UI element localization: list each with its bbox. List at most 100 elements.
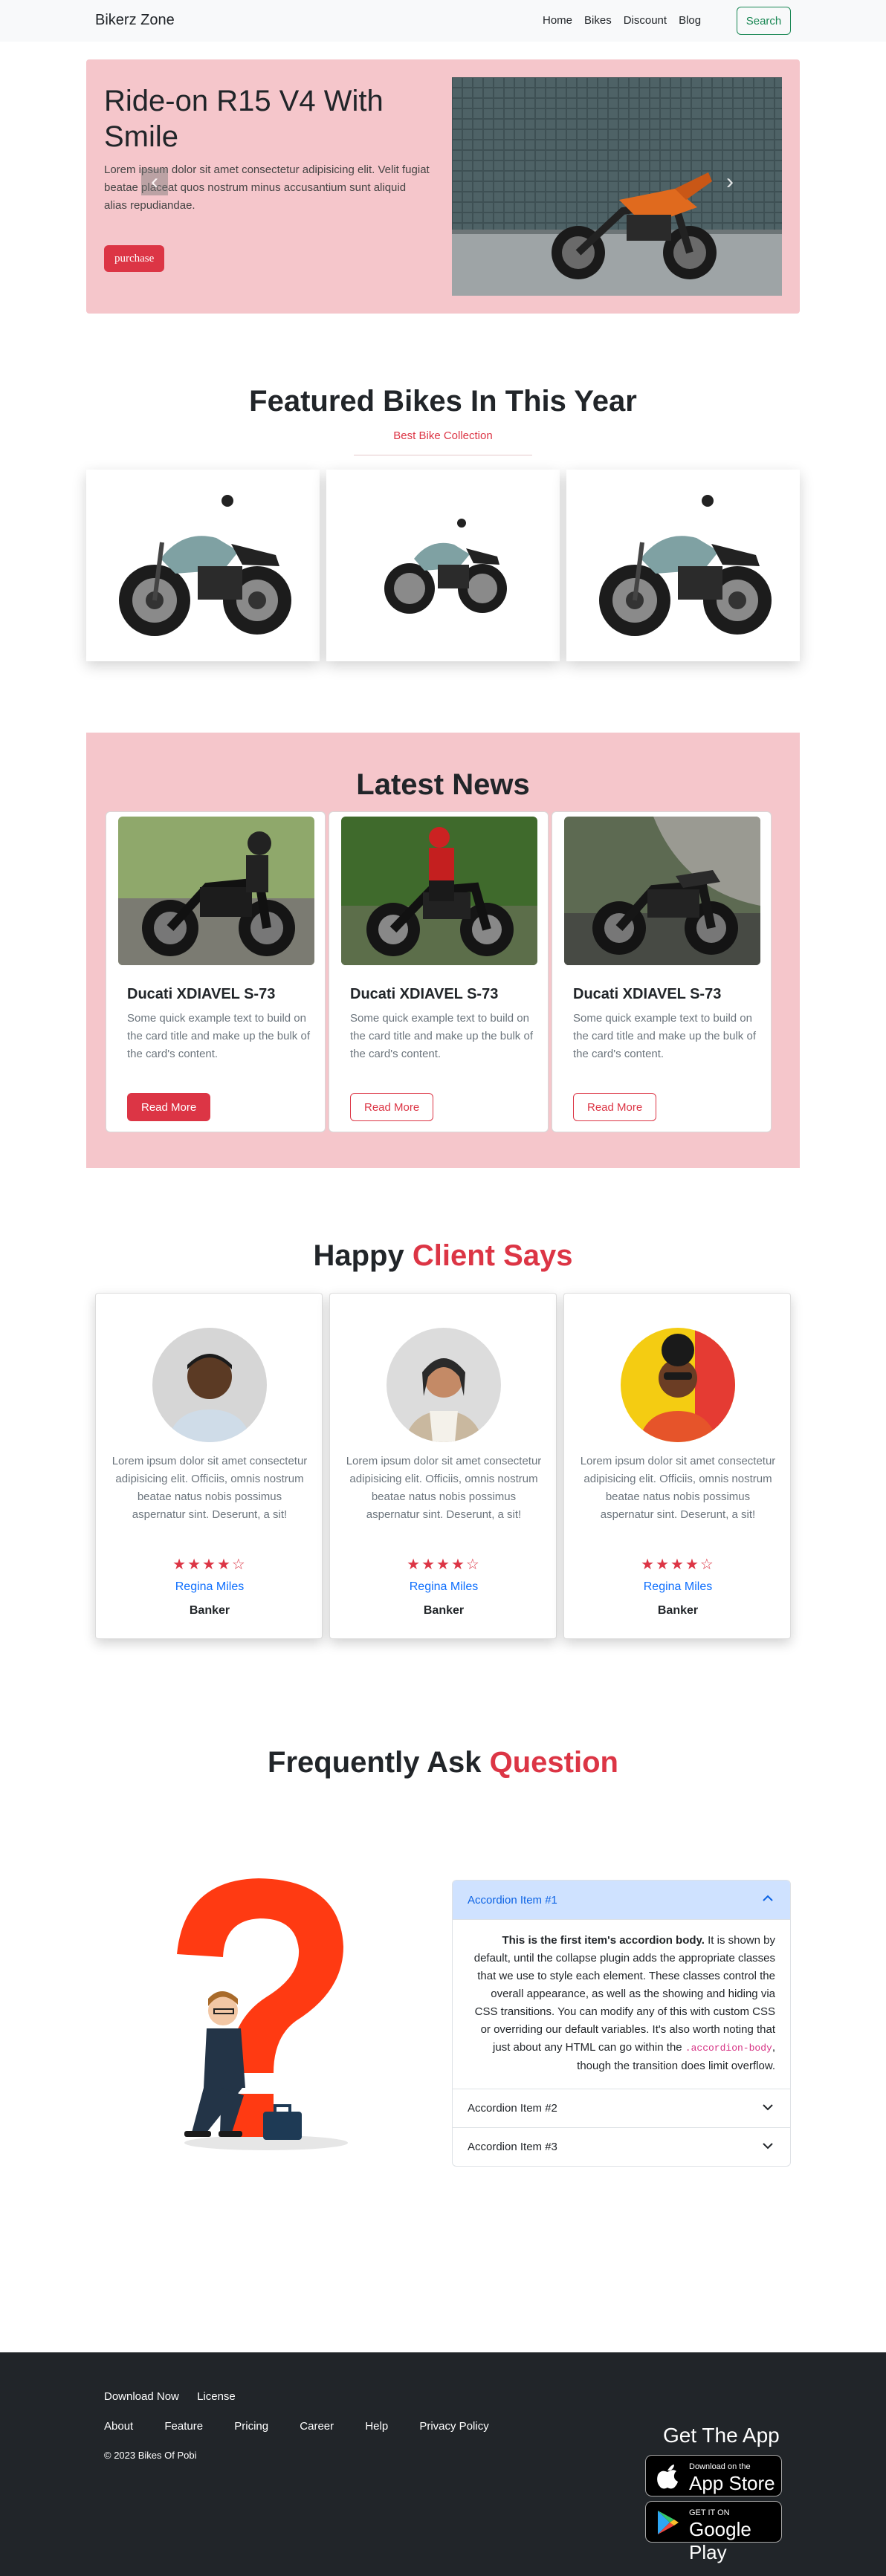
- client-name[interactable]: Regina Miles: [564, 1580, 792, 1594]
- accordion-item-label: Accordion Item #3: [468, 2141, 557, 2153]
- nav-link-blog[interactable]: Blog: [679, 14, 701, 27]
- navbar: Bikerz Zone Home Bikes Discount Blog Sea…: [0, 0, 886, 42]
- accordion-body-strong: This is the first item's accordion body.: [502, 1934, 705, 1947]
- avatar: [621, 1328, 735, 1442]
- copyright: © 2023 Bikes Of Pobi: [104, 2450, 197, 2461]
- read-more-button[interactable]: Read More: [127, 1093, 211, 1121]
- faq-accordion: Accordion Item #1 This is the first item…: [452, 1880, 791, 2167]
- app-store-small: Download on the: [689, 2462, 751, 2471]
- testimonial-card: Lorem ipsum dolor sit amet consectetur a…: [95, 1293, 323, 1639]
- read-more-button[interactable]: Read More: [350, 1093, 434, 1121]
- clients-title: Happy Client Says: [0, 1239, 886, 1273]
- testimonial-text: Lorem ipsum dolor sit amet consectetur a…: [111, 1455, 308, 1521]
- accordion-item-2-header[interactable]: Accordion Item #2: [453, 2089, 790, 2127]
- nav-link-home[interactable]: Home: [543, 14, 572, 27]
- faq-title: Frequently Ask Question: [0, 1746, 886, 1779]
- page: Bikerz Zone Home Bikes Discount Blog Sea…: [0, 0, 886, 2576]
- rating-stars: ★★★★☆: [172, 1557, 247, 1573]
- chevron-right-icon: ›: [726, 169, 734, 194]
- chevron-up-icon: [763, 1895, 773, 1901]
- news-card-text: Some quick example text to build on the …: [127, 1012, 310, 1060]
- news-card: Ducati XDIAVEL S-73 Some quick example t…: [552, 811, 772, 1132]
- featured-title: Featured Bikes In This Year: [249, 385, 637, 418]
- featured-bike-image: [599, 495, 772, 636]
- carousel-prev-button[interactable]: ‹: [141, 169, 168, 195]
- footer-link-download[interactable]: Download Now: [104, 2390, 179, 2403]
- clients-title-accent: Client Says: [412, 1239, 573, 1272]
- google-play-small: GET IT ON: [689, 2508, 730, 2517]
- testimonial-text: Lorem ipsum dolor sit amet consectetur a…: [580, 1455, 776, 1521]
- news-card-title: Ducati XDIAVEL S-73: [350, 986, 499, 1002]
- testimonial-card: Lorem ipsum dolor sit amet consectetur a…: [563, 1293, 791, 1639]
- client-job: Banker: [657, 1604, 699, 1617]
- news-title: Latest News: [356, 768, 530, 801]
- client-job: Banker: [423, 1604, 465, 1617]
- featured-bike-image: [119, 495, 291, 636]
- accordion-item-label: Accordion Item #1: [468, 1893, 557, 1907]
- chevron-down-icon: [763, 2104, 773, 2111]
- app-store-badge[interactable]: Download on the App Store: [645, 2455, 782, 2496]
- client-name[interactable]: Regina Miles: [330, 1580, 557, 1594]
- google-play-badge[interactable]: GET IT ON Google Play: [645, 2501, 782, 2563]
- news-card-text: Some quick example text to build on the …: [573, 1012, 756, 1060]
- carousel-next-button[interactable]: ›: [717, 169, 743, 195]
- nav-link-bikes[interactable]: Bikes: [584, 14, 612, 27]
- nav-link-discount[interactable]: Discount: [624, 14, 667, 27]
- avatar: [152, 1328, 267, 1442]
- news-card-image: [564, 817, 760, 965]
- search-button[interactable]: Search: [737, 7, 791, 35]
- featured-bike-image: [384, 519, 507, 614]
- faq-title-lead: Frequently Ask: [268, 1746, 482, 1779]
- read-more-button[interactable]: Read More: [573, 1093, 657, 1121]
- news-card-title: Ducati XDIAVEL S-73: [573, 986, 722, 1002]
- get-the-app-title: Get The App: [663, 2424, 780, 2447]
- hero-carousel: Ride-on R15 V4 With Smile Lorem ipsum do…: [86, 59, 800, 314]
- clients-title-lead: Happy: [313, 1239, 404, 1272]
- client-job: Banker: [189, 1604, 230, 1617]
- question-mark-illustration: [155, 1872, 363, 2155]
- news-card-image: [118, 817, 314, 965]
- brand-logo[interactable]: Bikerz Zone: [95, 12, 175, 29]
- chevron-left-icon: ‹: [151, 169, 158, 194]
- google-play-icon: [658, 2511, 679, 2534]
- featured-subtitle: Best Bike Collection: [393, 429, 493, 442]
- news-card: Ducati XDIAVEL S-73 Some quick example t…: [106, 811, 326, 1132]
- footer-link-privacy[interactable]: Privacy Policy: [419, 2420, 488, 2433]
- accordion-item-1-body: This is the first item's accordion body.…: [453, 1919, 790, 2089]
- rating-stars: ★★★★☆: [407, 1557, 481, 1573]
- faq-title-accent: Question: [489, 1746, 618, 1779]
- accordion-item-1-header[interactable]: Accordion Item #1: [453, 1881, 790, 1919]
- footer-primary-links: Download Now License: [104, 2390, 250, 2403]
- featured-bike-card[interactable]: [566, 470, 800, 661]
- purchase-button[interactable]: purchase: [104, 245, 165, 272]
- footer-link-feature[interactable]: Feature: [164, 2420, 203, 2433]
- footer-link-license[interactable]: License: [197, 2390, 236, 2403]
- client-name[interactable]: Regina Miles: [96, 1580, 323, 1594]
- news-card-text: Some quick example text to build on the …: [350, 1012, 533, 1060]
- news-card-title: Ducati XDIAVEL S-73: [127, 986, 276, 1002]
- testimonial-card: Lorem ipsum dolor sit amet consectetur a…: [329, 1293, 557, 1639]
- footer: Download Now License About Feature Prici…: [0, 2352, 886, 2576]
- accordion-body-code: .accordion-body: [685, 2043, 772, 2054]
- footer-secondary-links: About Feature Pricing Career Help Privac…: [104, 2420, 517, 2433]
- avatar: [387, 1328, 501, 1442]
- news-card: Ducati XDIAVEL S-73 Some quick example t…: [329, 811, 549, 1132]
- news-card-image: [341, 817, 537, 965]
- featured-bike-card[interactable]: [326, 470, 560, 661]
- footer-link-help[interactable]: Help: [365, 2420, 388, 2433]
- hero-title: Ride-on R15 V4 With Smile: [104, 85, 384, 153]
- footer-link-pricing[interactable]: Pricing: [234, 2420, 268, 2433]
- footer-link-career[interactable]: Career: [300, 2420, 334, 2433]
- app-store-big: App Store: [689, 2472, 775, 2494]
- accordion-item-3-header[interactable]: Accordion Item #3: [453, 2127, 790, 2166]
- nav-links: Home Bikes Discount Blog: [543, 14, 713, 27]
- chevron-down-icon: [763, 2143, 773, 2150]
- testimonial-text: Lorem ipsum dolor sit amet consectetur a…: [346, 1455, 542, 1521]
- accordion-item-label: Accordion Item #2: [468, 2102, 557, 2115]
- google-play-big: Google Play: [689, 2518, 751, 2563]
- footer-link-about[interactable]: About: [104, 2420, 133, 2433]
- featured-bike-card[interactable]: [86, 470, 320, 661]
- accordion-body-text: It is shown by default, until the collap…: [473, 1934, 775, 2054]
- rating-stars: ★★★★☆: [641, 1557, 715, 1573]
- apple-icon: [657, 2465, 678, 2489]
